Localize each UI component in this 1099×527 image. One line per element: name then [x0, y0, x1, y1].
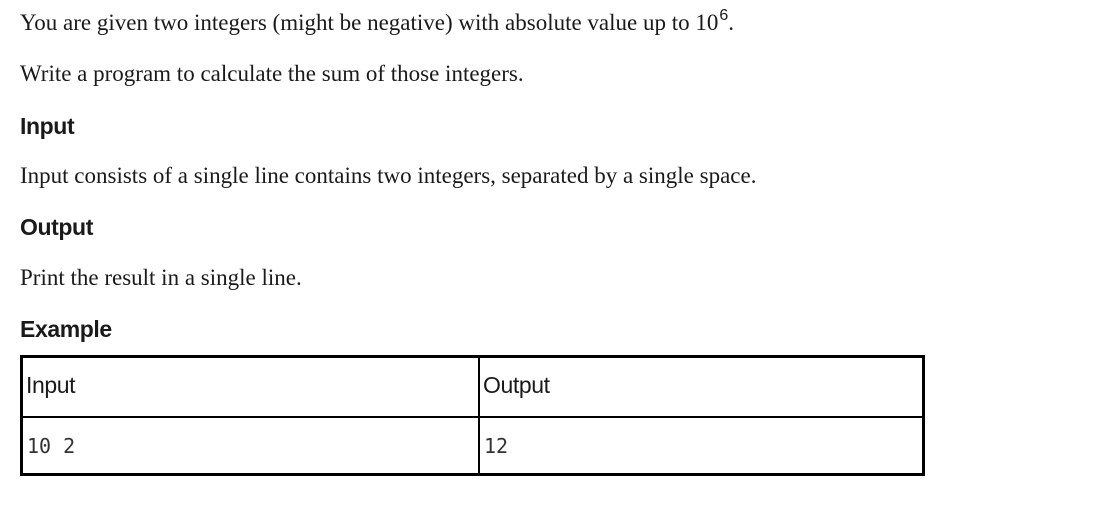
output-heading: Output	[20, 214, 93, 240]
example-heading: Example	[20, 316, 112, 342]
statement-intro-text: You are given two integers (might be neg…	[20, 10, 719, 35]
exponent: 6	[719, 7, 729, 24]
statement-intro: You are given two integers (might be neg…	[20, 7, 735, 41]
example-output-cell: 12	[478, 416, 925, 476]
example-output-header: Output	[478, 355, 925, 418]
example-header-row: Input Output	[20, 355, 925, 418]
example-row: 10 2 12	[20, 416, 925, 476]
output-description: Print the result in a single line.	[20, 265, 302, 290]
example-input-header: Input	[20, 355, 480, 418]
example-input-cell: 10 2	[20, 416, 480, 476]
example-table: Input Output 10 2 12	[20, 355, 925, 476]
statement-task: Write a program to calculate the sum of …	[20, 61, 524, 86]
input-description: Input consists of a single line contains…	[20, 163, 757, 188]
input-heading: Input	[20, 113, 75, 139]
statement-intro-period: .	[728, 10, 735, 35]
